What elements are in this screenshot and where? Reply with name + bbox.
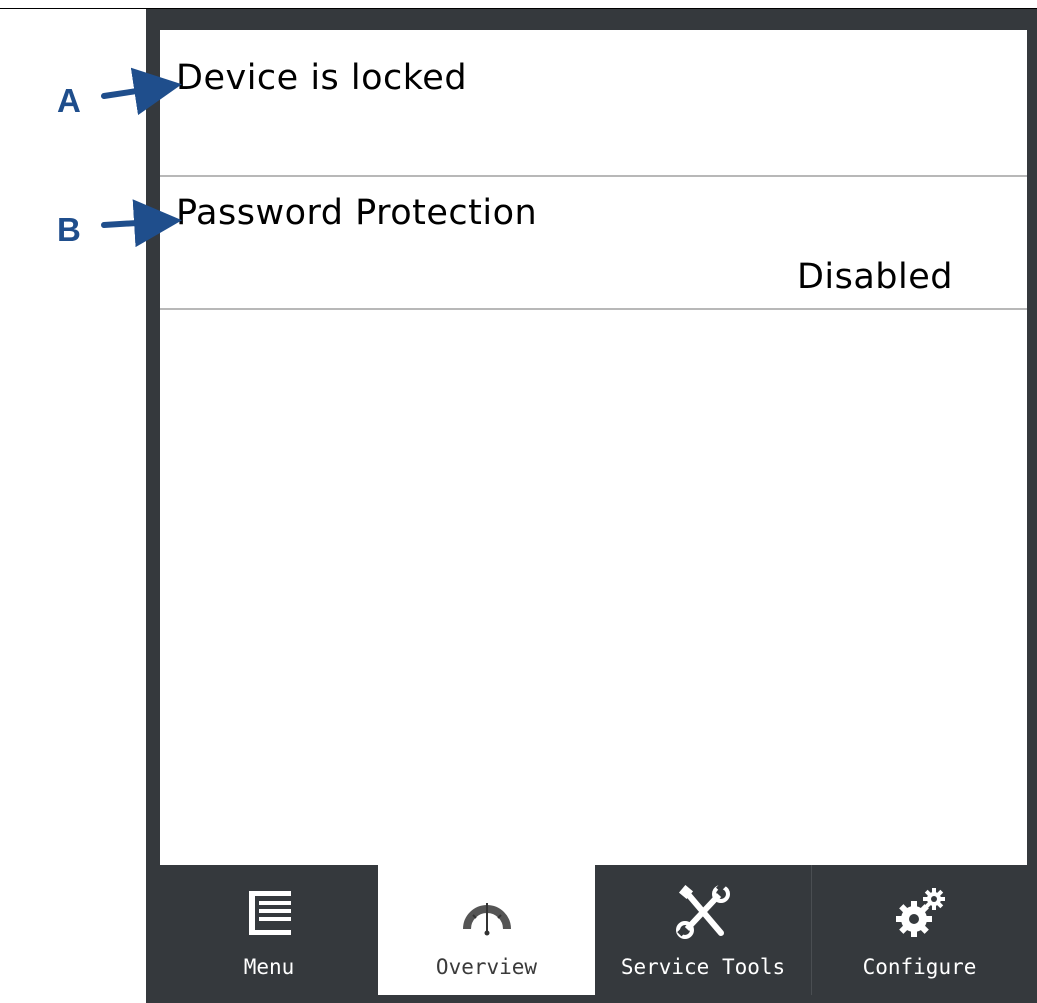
callout-arrow-a [101,67,182,116]
callout-arrows [101,67,182,248]
callout-arrow-b [101,199,182,248]
page: Device is locked Password Protection Dis… [0,0,1037,1003]
